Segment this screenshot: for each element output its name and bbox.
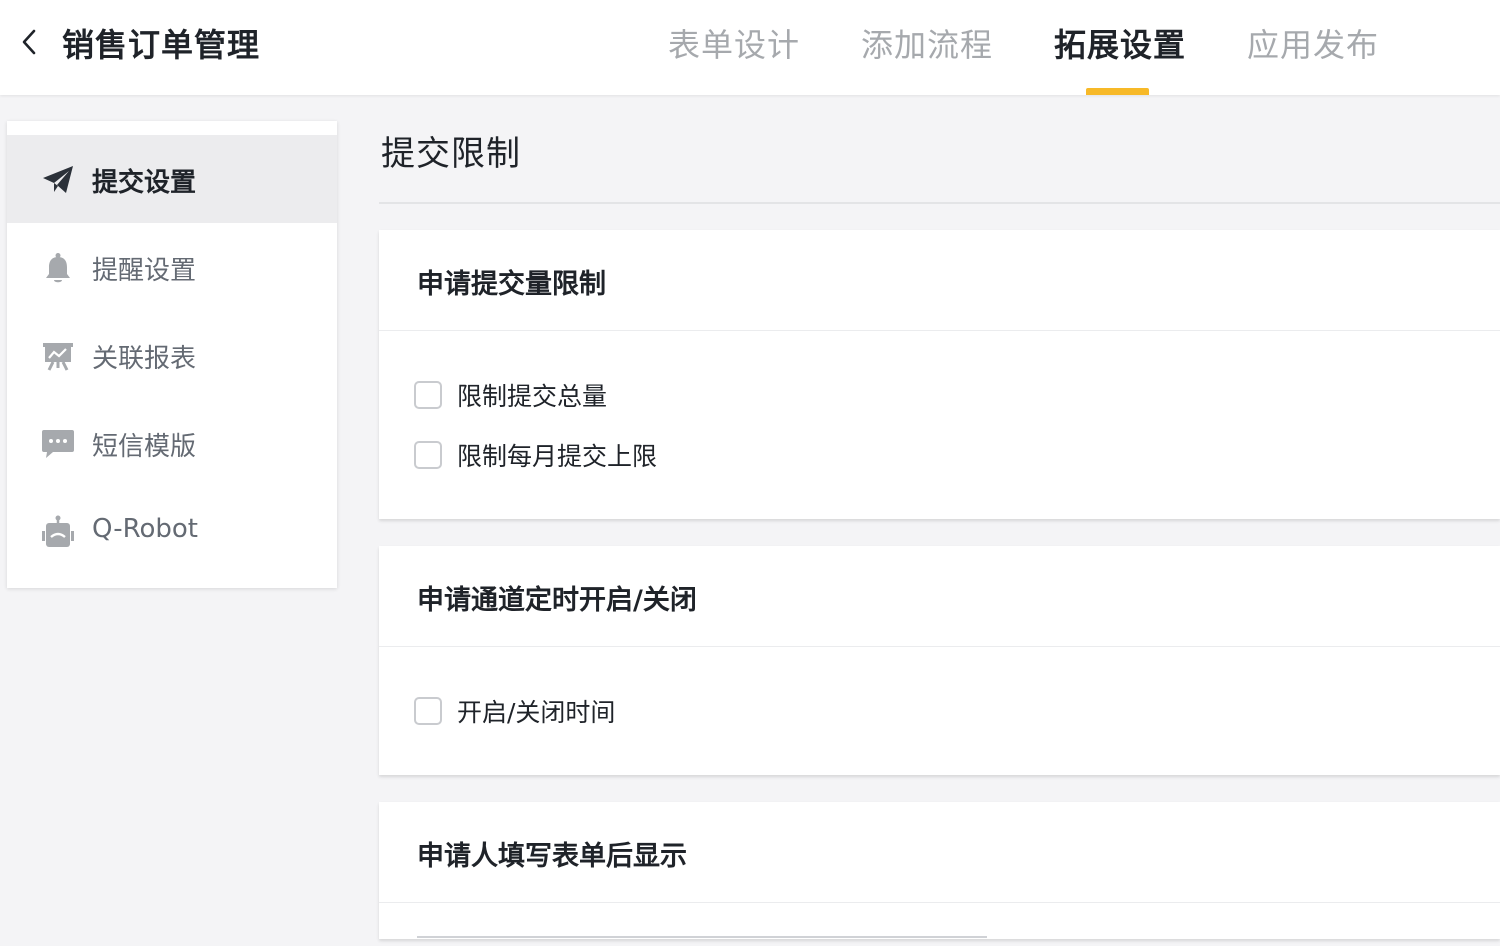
checkbox[interactable] — [414, 381, 442, 409]
sidebar-item-linked-reports[interactable]: 关联报表 — [7, 311, 337, 399]
tab-label: 拓展设置 — [1054, 26, 1187, 64]
report-board-icon — [41, 339, 75, 373]
sidebar-item-submit-settings[interactable]: 提交设置 — [7, 135, 337, 223]
sidebar-item-label: 提醒设置 — [92, 256, 197, 286]
option-open-close-time[interactable]: 开启/关闭时间 — [414, 696, 616, 727]
tab-form-design[interactable]: 表单设计 — [668, 20, 800, 95]
sidebar-item-label: Q-Robot — [92, 514, 198, 544]
section-title: 申请人填写表单后显示 — [417, 841, 687, 872]
option-label: 限制提交总量 — [457, 382, 608, 411]
app-title: 销售订单管理 — [62, 26, 261, 64]
chevron-left-icon — [22, 29, 36, 55]
section-card-after-submit-display: 申请人填写表单后显示 — [379, 802, 1500, 939]
paper-plane-icon — [41, 163, 75, 197]
sidebar-item-reminder-settings[interactable]: 提醒设置 — [7, 223, 337, 311]
back-button[interactable] — [14, 26, 44, 58]
section-card-submission-limit: 申请提交量限制 限制提交总量 限制每月提交上限 — [379, 230, 1500, 519]
sidebar-item-label: 关联报表 — [92, 344, 197, 374]
chat-bubble-icon — [41, 427, 75, 461]
section-header: 申请提交量限制 — [379, 230, 1500, 331]
option-monthly-limit[interactable]: 限制每月提交上限 — [414, 440, 658, 471]
page-title: 提交限制 — [381, 134, 521, 174]
option-total-limit[interactable]: 限制提交总量 — [414, 380, 608, 411]
tab-extension-settings[interactable]: 拓展设置 — [1054, 20, 1186, 95]
sidebar-item-q-robot[interactable]: Q-Robot — [7, 487, 337, 575]
display-content-input[interactable] — [417, 936, 987, 946]
tab-label: 表单设计 — [668, 26, 801, 64]
sidebar-item-sms-template[interactable]: 短信模版 — [7, 399, 337, 487]
checkbox[interactable] — [414, 441, 442, 469]
settings-sidebar: 提交设置 提醒设置 关联报表 短信模版 Q-Robot — [7, 121, 337, 588]
title-divider — [379, 202, 1500, 204]
section-header: 申请通道定时开启/关闭 — [379, 546, 1500, 647]
tab-app-publish[interactable]: 应用发布 — [1247, 20, 1379, 95]
sidebar-item-label: 提交设置 — [92, 168, 197, 198]
bell-icon — [41, 251, 75, 285]
active-tab-indicator — [1086, 88, 1149, 95]
section-title: 申请提交量限制 — [417, 269, 606, 300]
tab-add-process[interactable]: 添加流程 — [861, 20, 993, 95]
checkbox[interactable] — [414, 697, 442, 725]
tab-label: 添加流程 — [861, 26, 994, 64]
option-label: 限制每月提交上限 — [457, 442, 658, 471]
sidebar-item-label: 短信模版 — [92, 432, 197, 462]
section-title: 申请通道定时开启/关闭 — [417, 585, 697, 616]
option-label: 开启/关闭时间 — [457, 698, 616, 727]
section-card-channel-schedule: 申请通道定时开启/关闭 开启/关闭时间 — [379, 546, 1500, 775]
tab-label: 应用发布 — [1247, 26, 1380, 64]
section-header: 申请人填写表单后显示 — [379, 802, 1500, 903]
robot-icon — [41, 515, 75, 549]
top-header: 销售订单管理 表单设计 添加流程 拓展设置 应用发布 — [0, 0, 1500, 95]
